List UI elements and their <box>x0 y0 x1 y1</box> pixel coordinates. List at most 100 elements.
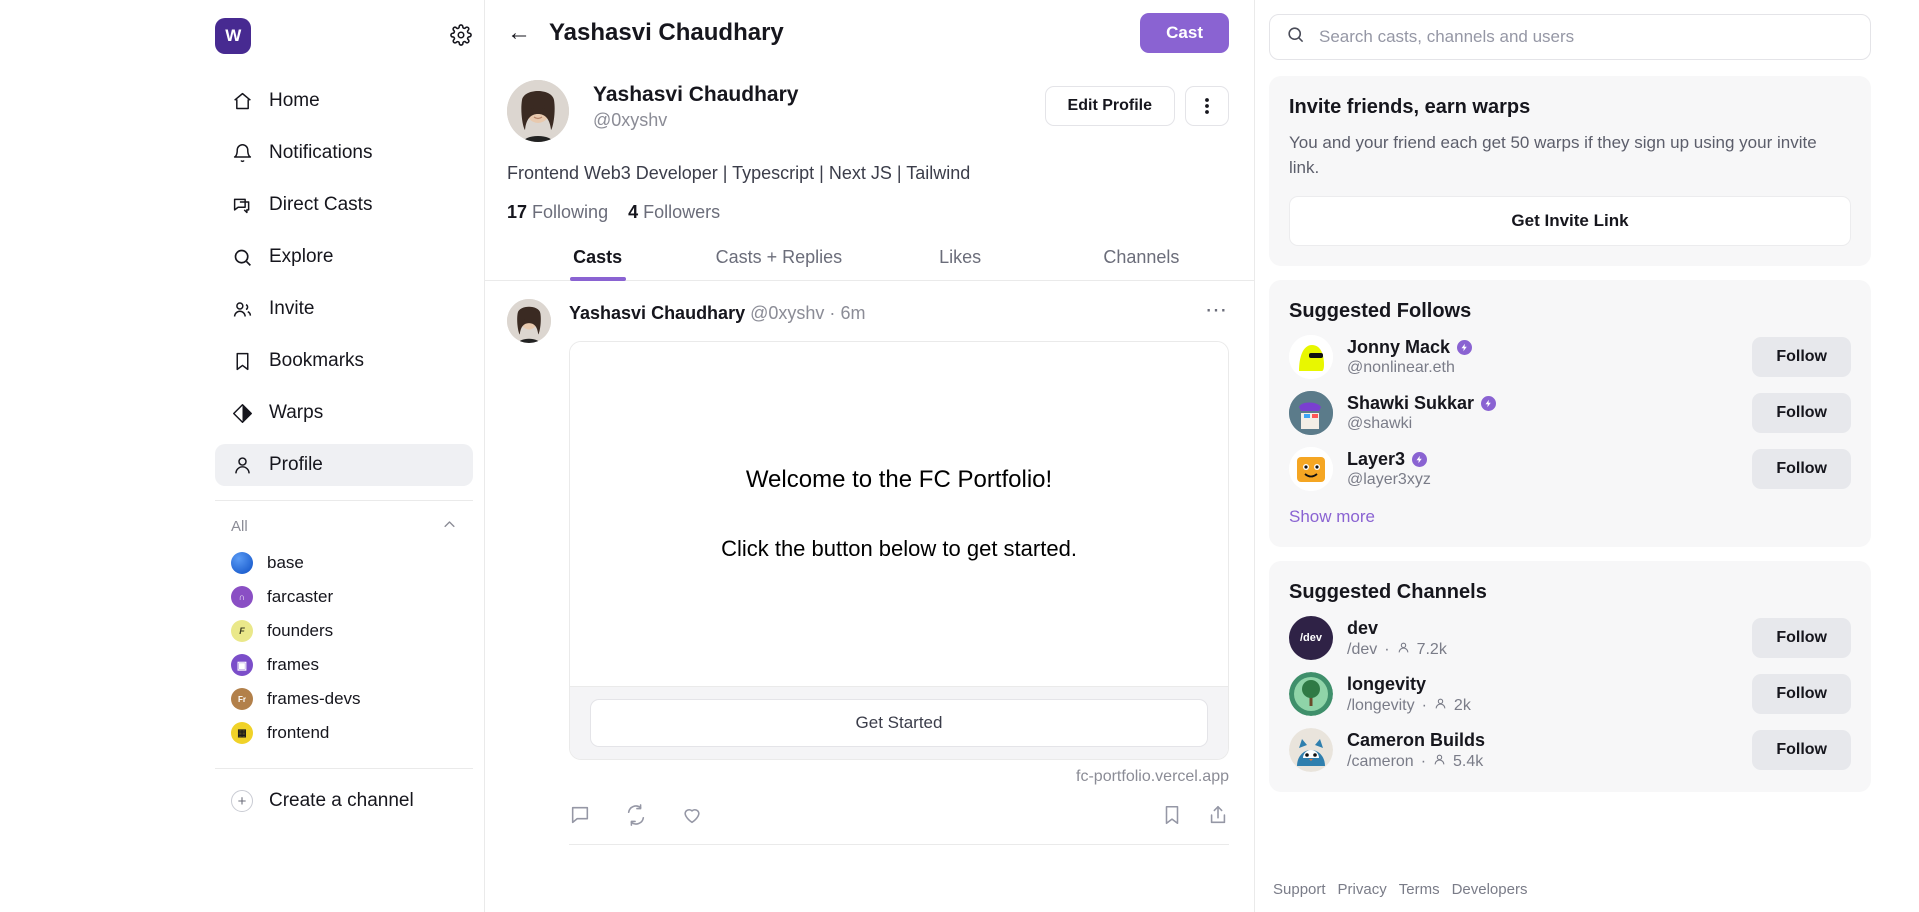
frame-subheading: Click the button below to get started. <box>721 536 1077 562</box>
profile-bio: Frontend Web3 Developer | Typescript | N… <box>507 163 971 183</box>
edit-profile-button[interactable]: Edit Profile <box>1044 86 1175 126</box>
list-item[interactable]: longevity /longevity · 2k Follow <box>1289 672 1851 717</box>
frame-get-started-button[interactable]: Get Started <box>590 699 1208 748</box>
channel-item-frames[interactable]: ▣ frames <box>215 648 473 682</box>
search-icon <box>231 246 253 268</box>
sidebar-item-label: Direct Casts <box>269 194 373 215</box>
bookmark-icon[interactable] <box>1131 804 1183 826</box>
follow-button[interactable]: Follow <box>1752 730 1851 771</box>
members-icon <box>1397 641 1410 659</box>
follow-button[interactable]: Follow <box>1752 449 1851 490</box>
channel-avatar[interactable] <box>1289 728 1333 773</box>
cast-author-name[interactable]: Yashasvi Chaudhary <box>569 303 745 323</box>
reply-icon[interactable] <box>569 804 625 826</box>
footer-link-developers[interactable]: Developers <box>1452 881 1528 898</box>
primary-nav: Home Notifications Direct Casts Explore … <box>215 80 475 486</box>
cast-button[interactable]: Cast <box>1140 13 1229 53</box>
follow-button[interactable]: Follow <box>1752 674 1851 715</box>
sidebar-item-notifications[interactable]: Notifications <box>215 132 473 174</box>
channel-avatar[interactable] <box>1289 672 1333 717</box>
followers-label[interactable]: Followers <box>643 202 720 222</box>
avatar[interactable] <box>1289 391 1333 436</box>
profile-tabs: Casts Casts + Replies Likes Channels <box>485 247 1254 282</box>
warpcast-logo[interactable]: W <box>215 18 251 54</box>
tab-channels[interactable]: Channels <box>1051 247 1232 280</box>
list-item[interactable]: Shawki Sukkar @shawki Follow <box>1289 391 1851 436</box>
channel-label: frames <box>267 655 319 674</box>
warp-diamond-icon <box>231 402 253 424</box>
app-root: W Home Notifications Direct Casts Explor… <box>0 0 1919 912</box>
cast-author-handle[interactable]: @0xyshv <box>750 303 824 323</box>
member-count: 2k <box>1453 696 1471 714</box>
frame-url-label[interactable]: fc-portfolio.vercel.app <box>569 768 1229 786</box>
channel-slug: /cameron <box>1347 752 1414 770</box>
channel-item-frames-devs[interactable]: Fr frames-devs <box>215 682 473 716</box>
members-icon <box>1434 697 1447 715</box>
sidebar-item-invite[interactable]: Invite <box>215 288 473 330</box>
avatar[interactable] <box>1289 447 1333 492</box>
center-column: ← Yashasvi Chaudhary Cast Yashasvi Chaud… <box>485 0 1255 912</box>
right-sidebar: Invite friends, earn warps You and your … <box>1255 0 1919 912</box>
settings-gear-icon[interactable] <box>448 22 474 48</box>
list-item[interactable]: Jonny Mack @nonlinear.eth Follow <box>1289 335 1851 380</box>
sidebar-item-home[interactable]: Home <box>215 80 473 122</box>
arrow-left-icon[interactable]: ← <box>507 21 531 45</box>
like-icon[interactable] <box>681 804 737 826</box>
following-count: 17 <box>507 202 528 223</box>
tab-casts[interactable]: Casts <box>507 247 688 280</box>
follow-button[interactable]: Follow <box>1752 618 1851 659</box>
following-label[interactable]: Following <box>532 202 608 222</box>
follow-button[interactable]: Follow <box>1752 393 1851 434</box>
recast-icon[interactable] <box>625 804 681 826</box>
profile-avatar[interactable] <box>507 80 569 142</box>
channel-avatar <box>231 552 253 574</box>
channel-item-farcaster[interactable]: ∩ farcaster <box>215 580 473 614</box>
cast-author-avatar[interactable] <box>507 299 551 344</box>
chevron-up-icon[interactable] <box>442 517 457 536</box>
channel-meta: /longevity · 2k <box>1347 697 1738 715</box>
sidebar-item-warps[interactable]: Warps <box>215 392 473 434</box>
suggested-channels-card: Suggested Channels /dev dev /dev · 7.2k … <box>1269 561 1871 793</box>
channel-item-founders[interactable]: F founders <box>215 614 473 648</box>
suggested-user-handle: @layer3xyz <box>1347 471 1431 489</box>
list-item[interactable]: Cameron Builds /cameron · 5.4k Follow <box>1289 728 1851 773</box>
create-channel-button[interactable]: + Create a channel <box>215 781 473 821</box>
channel-avatar: ∩ <box>231 586 253 608</box>
channel-item-frontend[interactable]: ▦ frontend <box>215 716 473 750</box>
sidebar-item-bookmarks[interactable]: Bookmarks <box>215 340 473 382</box>
page-title: Yashasvi Chaudhary <box>549 19 784 46</box>
footer-link-privacy[interactable]: Privacy <box>1338 881 1387 898</box>
brand-logo-row[interactable]: W <box>215 14 475 58</box>
sidebar-item-direct-casts[interactable]: Direct Casts <box>215 184 473 226</box>
share-icon[interactable] <box>1183 804 1229 826</box>
tab-casts-replies[interactable]: Casts + Replies <box>688 247 869 280</box>
show-more-link[interactable]: Show more <box>1289 507 1851 527</box>
search-box[interactable] <box>1269 14 1871 60</box>
sidebar-item-label: Invite <box>269 298 315 319</box>
sidebar-item-explore[interactable]: Explore <box>215 236 473 278</box>
sidebar-divider-2 <box>215 768 473 769</box>
meta-separator: · <box>1384 640 1390 658</box>
avatar[interactable] <box>1289 335 1333 380</box>
search-input[interactable] <box>1319 27 1854 47</box>
tab-likes[interactable]: Likes <box>870 247 1051 280</box>
channel-avatar[interactable]: /dev <box>1289 616 1333 661</box>
channel-group-header[interactable]: All <box>215 517 473 536</box>
channel-item-base[interactable]: base <box>215 546 473 580</box>
sidebar-item-label: Home <box>269 90 320 111</box>
profile-more-button[interactable] <box>1185 86 1229 126</box>
get-invite-link-button[interactable]: Get Invite Link <box>1289 196 1851 247</box>
frame-heading: Welcome to the FC Portfolio! <box>745 466 1053 494</box>
person-icon <box>231 454 253 476</box>
footer-link-support[interactable]: Support <box>1273 881 1326 898</box>
list-item[interactable]: /dev dev /dev · 7.2k Follow <box>1289 616 1851 661</box>
list-item[interactable]: Layer3 @layer3xyz Follow <box>1289 447 1851 492</box>
channel-label: farcaster <box>267 587 334 606</box>
footer-link-terms[interactable]: Terms <box>1399 881 1440 898</box>
sidebar-item-profile[interactable]: Profile <box>215 444 473 486</box>
channel-avatar: ▣ <box>231 654 253 676</box>
follow-button[interactable]: Follow <box>1752 337 1851 378</box>
sidebar-item-label: Bookmarks <box>269 350 365 371</box>
cast-more-icon[interactable]: ⋯ <box>1205 299 1229 327</box>
channel-group-label: All <box>231 518 248 535</box>
